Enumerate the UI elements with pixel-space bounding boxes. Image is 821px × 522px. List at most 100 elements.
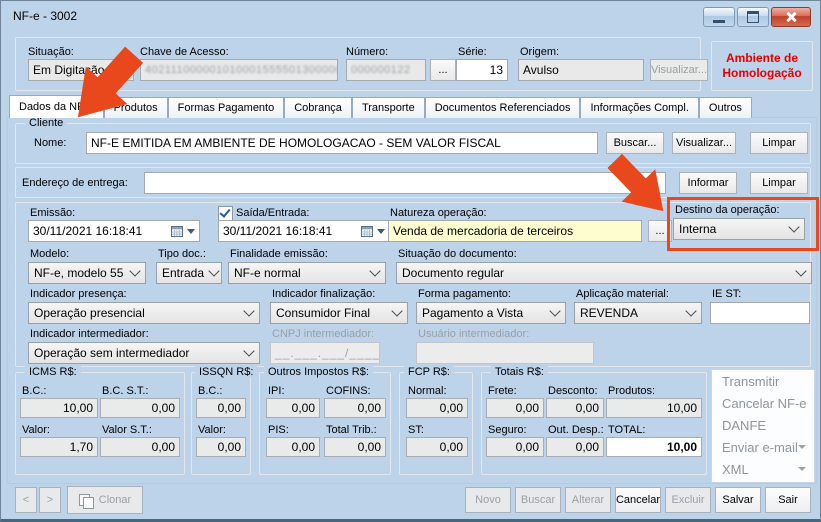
calendar-icon[interactable] (361, 225, 373, 237)
origem-field: Avulso (518, 59, 644, 81)
seguro-field[interactable]: 0,00 (486, 437, 544, 457)
visualizar-cliente-button[interactable]: Visualizar... (672, 132, 736, 154)
fcp-st-field[interactable]: 0,00 (406, 437, 468, 457)
issqn-bc-field[interactable]: 0,00 (196, 398, 246, 418)
tab-transporte[interactable]: Transporte (351, 97, 425, 118)
clone-icon (78, 493, 94, 509)
indicador-finalizacao-select[interactable]: Consumidor Final (270, 302, 408, 324)
emissao-label: Emissão: (30, 207, 76, 219)
xml-button[interactable]: XML (712, 458, 814, 480)
limpar-endereco-button[interactable]: Limpar (750, 172, 808, 194)
cofins-field[interactable]: 0,00 (324, 398, 386, 418)
emissao-field[interactable]: 30/11/2021 16:18:41 (28, 220, 200, 242)
indicador-intermediador-select[interactable]: Operação sem intermediador (28, 342, 260, 364)
endereco-entrega-field[interactable] (144, 172, 666, 194)
icms-bc-field[interactable]: 10,00 (20, 398, 98, 418)
frete-label: Frete: (488, 385, 517, 397)
modelo-label: Modelo: (30, 248, 70, 260)
transmitir-button[interactable]: Transmitir (712, 370, 814, 392)
saida-entrada-checkbox[interactable] (218, 206, 233, 221)
nav-next-button[interactable]: > (39, 487, 61, 513)
forma-pagamento-select[interactable]: Pagamento a Vista (416, 302, 566, 324)
minimize-button[interactable] (703, 7, 735, 27)
saida-entrada-label: Saída/Entrada: (236, 207, 310, 219)
origem-label: Origem: (520, 46, 560, 58)
tab-formas-pagamento[interactable]: Formas Pagamento (167, 97, 285, 118)
ipi-label: IPI: (268, 385, 285, 397)
ie-st-field[interactable] (710, 302, 810, 324)
numero-more-button[interactable]: ... (430, 59, 456, 81)
app-window: NF-e - 3002 Situação: Em Digitação Chave… (0, 0, 821, 522)
tab-informacoes-compl[interactable]: Informações Compl. (580, 97, 699, 118)
out-desp-field[interactable]: 0,00 (546, 437, 604, 457)
produtos-field[interactable]: 10,00 (606, 398, 702, 418)
situacao-documento-select[interactable]: Documento regular (396, 262, 812, 284)
usuario-intermediador-label: Usuário intermediador: (418, 328, 530, 340)
icms-valorst-field[interactable]: 0,00 (100, 437, 180, 457)
seguro-label: Seguro: (488, 424, 527, 436)
maximize-button[interactable] (737, 7, 769, 27)
visualizar-nfe-button[interactable]: Visualizar... (650, 59, 708, 81)
icms-bcst-label: B.C. S.T.: (102, 385, 149, 397)
frete-field[interactable]: 0,00 (486, 398, 544, 418)
ipi-field[interactable]: 0,00 (266, 398, 320, 418)
fcp-group: FCP R$: Normal: 0,00 ST: 0,00 (399, 366, 473, 475)
icms-group-label: ICMS R$: (25, 366, 81, 378)
nome-field[interactable]: NF-E EMITIDA EM AMBIENTE DE HOMOLOGACAO … (86, 132, 598, 154)
salvar-button[interactable]: Salvar (715, 487, 761, 513)
danfe-button[interactable]: DANFE (712, 414, 814, 436)
enviar-email-button[interactable]: Enviar e-mail (712, 436, 814, 458)
serie-field[interactable]: 13 (456, 59, 508, 81)
excluir-button[interactable]: Excluir (665, 487, 711, 513)
calendar-icon[interactable] (171, 225, 183, 237)
tipo-doc-select[interactable]: Entrada (156, 262, 222, 284)
buscar-button[interactable]: Buscar (515, 487, 561, 513)
fcp-normal-field[interactable]: 0,00 (406, 398, 468, 418)
totais-group-label: Totais R$: (491, 366, 548, 378)
calendar-dropdown-icon[interactable] (187, 228, 195, 234)
desconto-field[interactable]: 0,00 (546, 398, 604, 418)
clonar-button[interactable]: Clonar (67, 486, 143, 514)
natureza-operacao-field[interactable]: Venda de mercadoria de terceiros (388, 220, 642, 242)
aplicacao-material-label: Aplicação material: (576, 288, 669, 300)
out-desp-label: Out. Desp.: (548, 424, 604, 436)
cancelar-button[interactable]: Cancelar (615, 487, 661, 513)
total-field[interactable]: 10,00 (606, 437, 702, 457)
icms-bcst-field[interactable]: 0,00 (100, 398, 180, 418)
maximize-icon (747, 11, 759, 23)
calendar-dropdown-icon[interactable] (377, 228, 385, 234)
informar-endereco-button[interactable]: Informar (679, 172, 737, 194)
issqn-valor-field[interactable]: 0,00 (196, 437, 246, 457)
tab-outros[interactable]: Outros (698, 97, 752, 118)
nome-label: Nome: (34, 137, 67, 149)
numero-field: 000000122 (346, 59, 426, 81)
sair-button[interactable]: Sair (765, 487, 811, 513)
close-icon (785, 11, 797, 23)
chevron-down-icon (798, 445, 806, 449)
indicador-presenca-select[interactable]: Operação presencial (28, 302, 260, 324)
limpar-cliente-button[interactable]: Limpar (750, 132, 808, 154)
icms-valor-field[interactable]: 1,70 (20, 437, 98, 457)
fcp-st-label: ST: (408, 424, 424, 436)
tab-cobranca[interactable]: Cobrança (284, 97, 352, 118)
chave-acesso-label: Chave de Acesso: (140, 46, 229, 58)
pis-label: PIS: (268, 424, 289, 436)
novo-button[interactable]: Novo (465, 487, 511, 513)
finalidade-emissao-select[interactable]: NF-e normal (228, 262, 386, 284)
modelo-select[interactable]: NF-e, modelo 55 (28, 262, 146, 284)
cancelar-nfe-button[interactable]: Cancelar NF-e (712, 392, 814, 414)
total-trib-field[interactable]: 0,00 (324, 437, 386, 457)
saida-entrada-field[interactable]: 30/11/2021 16:18:41 (218, 220, 390, 242)
chave-acesso-field: 40211100000101000155550130000000 (140, 59, 338, 81)
chevron-down-icon (243, 305, 255, 317)
nav-previous-button[interactable]: < (15, 487, 37, 513)
tab-documentos-referenciados[interactable]: Documentos Referenciados (424, 97, 581, 118)
aplicacao-material-select[interactable]: REVENDA (574, 302, 702, 324)
close-button[interactable] (771, 7, 811, 27)
fcp-normal-label: Normal: (408, 385, 447, 397)
pis-field[interactable]: 0,00 (266, 437, 320, 457)
chevron-down-icon (549, 305, 561, 317)
destino-operacao-select[interactable]: Interna (673, 218, 805, 240)
alterar-button[interactable]: Alterar (565, 487, 611, 513)
outros-impostos-group-label: Outros Impostos R$: (264, 366, 373, 378)
